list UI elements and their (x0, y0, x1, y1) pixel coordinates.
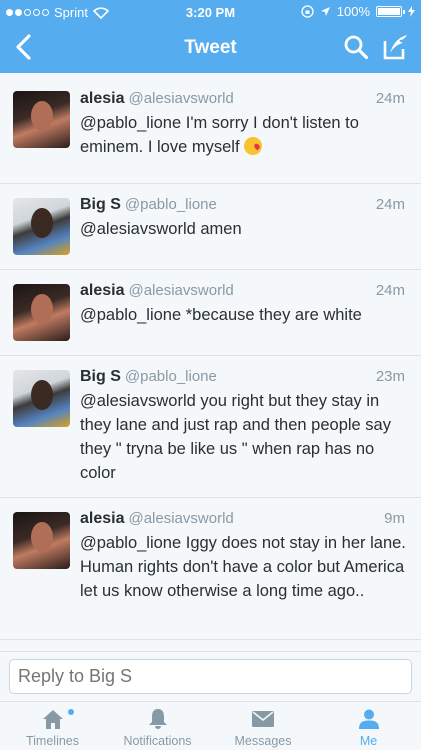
tweet-header: alesia @alesiavsworld 9m (80, 510, 405, 530)
bell-icon (148, 709, 167, 729)
search-icon[interactable] (343, 34, 369, 60)
tab-bar: Timelines Notifications Messages Me (0, 701, 421, 750)
tweet-header: Big S @pablo_lione 24m (80, 196, 405, 216)
tweet-time: 24m (375, 196, 405, 213)
status-bar: Sprint 3:20 PM 100% (0, 0, 421, 24)
reply-bar (0, 651, 421, 701)
tweet-author-handle[interactable]: @alesiavsworld (128, 510, 233, 527)
tweet-item[interactable]: alesia @alesiavsworld 24m @pablo_lione *b… (0, 270, 421, 356)
location-icon (320, 7, 330, 16)
tab-timelines[interactable]: Timelines (0, 702, 105, 750)
tweet-text: @pablo_lione Iggy does not stay in her l… (80, 534, 406, 600)
tweet-header: Big S @pablo_lione 23m (80, 368, 405, 388)
person-icon (358, 709, 379, 729)
tweet-author-name[interactable]: Big S (80, 368, 121, 385)
tweet-time: 24m (375, 282, 405, 299)
avatar[interactable] (13, 284, 70, 341)
avatar[interactable] (13, 512, 70, 569)
tweet-item[interactable]: Big S @pablo_lione 23m @alesiavsworld you… (0, 356, 421, 498)
tweet-text: @alesiavsworld you right but they stay i… (80, 392, 391, 482)
tweet-text: @alesiavsworld amen (80, 220, 242, 238)
home-icon (42, 710, 63, 729)
tweet-header: alesia @alesiavsworld 24m (80, 90, 405, 110)
kissing-face-emoji-icon (243, 137, 262, 155)
tweet-text-wrap: @pablo_lione I'm sorry I don't listen to… (80, 111, 407, 159)
envelope-icon (252, 711, 274, 727)
avatar[interactable] (13, 370, 70, 427)
tab-messages[interactable]: Messages (210, 702, 316, 750)
compose-icon[interactable] (381, 33, 411, 61)
avatar[interactable] (13, 91, 70, 148)
avatar[interactable] (13, 198, 70, 255)
tweet-author-handle[interactable]: @pablo_lione (125, 196, 217, 213)
tweet-author-name[interactable]: alesia (80, 90, 124, 107)
battery-percent: 100% (336, 4, 370, 19)
reply-input[interactable] (9, 659, 412, 694)
tab-me[interactable]: Me (316, 702, 421, 750)
tab-notifications[interactable]: Notifications (105, 702, 210, 750)
tweet-author-name[interactable]: Big S (80, 196, 121, 213)
tweet-time: 9m (384, 510, 405, 527)
tab-label: Notifications (123, 734, 192, 748)
tab-label: Timelines (25, 734, 80, 748)
charging-icon (408, 6, 415, 17)
tweet-item[interactable]: Big S @pablo_lione 24m @alesiavsworld ame… (0, 184, 421, 270)
status-right: 100% (301, 4, 415, 19)
tweet-header: alesia @alesiavsworld 24m (80, 282, 405, 302)
tweet-text: @pablo_lione I'm sorry I don't listen to… (80, 114, 359, 156)
battery-icon (376, 6, 405, 17)
tab-label: Messages (234, 734, 292, 748)
tweet-item[interactable]: alesia @alesiavsworld 24m @pablo_lione I'… (0, 73, 421, 184)
tab-label: Me (359, 734, 378, 748)
tweet-time: 24m (375, 90, 405, 107)
tweet-author-name[interactable]: alesia (80, 510, 124, 527)
lock-rotation-icon (301, 5, 314, 18)
tweet-author-handle[interactable]: @alesiavsworld (128, 90, 233, 107)
nav-bar: Tweet (0, 26, 421, 70)
tweet-author-handle[interactable]: @alesiavsworld (128, 282, 233, 299)
top-bar: Sprint 3:20 PM 100% Tweet (0, 0, 421, 73)
tweet-author-name[interactable]: alesia (80, 282, 124, 299)
tweet-item[interactable]: alesia @alesiavsworld 9m @pablo_lione Igg… (0, 498, 421, 640)
new-items-dot (68, 709, 74, 715)
tweet-author-handle[interactable]: @pablo_lione (125, 368, 217, 385)
tweet-text: @pablo_lione *because they are white (80, 306, 362, 324)
tweet-time: 23m (375, 368, 405, 385)
